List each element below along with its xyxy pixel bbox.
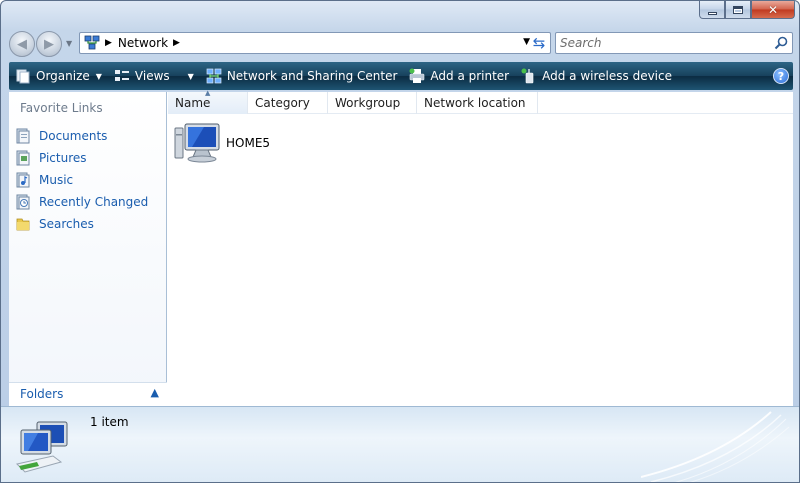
sidebar-item-label: Documents [39, 129, 108, 143]
back-button[interactable]: ◀ [9, 31, 35, 57]
column-label: Network location [424, 96, 526, 110]
sidebar-item-label: Music [39, 173, 74, 187]
item-name: HOME5 [226, 136, 271, 150]
sidebar-item-label: Pictures [39, 151, 87, 165]
recent-pages-button[interactable]: ▼ [66, 39, 72, 48]
sidebar-item-pictures[interactable]: Pictures [15, 147, 148, 169]
network-sharing-center-label: Network and Sharing Center [226, 69, 398, 83]
column-category[interactable]: Category [248, 92, 328, 114]
sidebar-item-label: Recently Changed [39, 195, 149, 209]
pictures-icon [16, 150, 30, 166]
add-printer-button[interactable]: Add a printer [403, 62, 515, 90]
network-computers-icon [16, 421, 68, 473]
maximize-button[interactable] [725, 1, 751, 19]
views-button[interactable]: Views ▼ [108, 62, 200, 90]
favorite-links-list: Documents Pictures Music Recently Change… [15, 125, 148, 235]
command-bar: Organize ▼ Views ▼ Network and Sharing C… [9, 62, 793, 90]
sort-ascending-icon: ▲ [205, 89, 211, 97]
help-button[interactable]: ? [773, 68, 789, 84]
sidebar-item-label: Searches [39, 217, 94, 231]
column-label: Category [255, 96, 310, 110]
content-area: Favorite Links Documents Pictures Music … [9, 89, 793, 406]
item-count: 1 item [90, 415, 129, 429]
list-item[interactable]: HOME5 [174, 122, 270, 164]
column-name[interactable]: ▲ Name [168, 89, 248, 114]
close-icon: ✕ [767, 2, 779, 17]
explorer-window: ✕ ◀ ▶ ▼ ▶ Network ▶ ▼ ⇆ Search Organize … [0, 0, 800, 483]
documents-icon [16, 128, 30, 144]
column-header-row: ▲ Name Category Workgroup Network locati… [168, 89, 793, 114]
sidebar-item-recently-changed[interactable]: Recently Changed [15, 191, 148, 213]
views-dropdown-icon[interactable]: ▼ [188, 72, 194, 81]
navigation-bar: ◀ ▶ ▼ ▶ Network ▶ ▼ ⇆ [9, 29, 793, 57]
help-icon: ? [777, 69, 785, 83]
refresh-icon: ⇆ [532, 34, 546, 52]
folders-label: Folders [20, 387, 64, 401]
add-wireless-device-label: Add a wireless device [542, 69, 672, 83]
network-sharing-icon [206, 68, 222, 84]
organize-button[interactable]: Organize ▼ [9, 62, 108, 90]
search-box[interactable] [555, 32, 793, 54]
minimize-button[interactable] [699, 1, 725, 19]
network-sharing-center-button[interactable]: Network and Sharing Center [200, 62, 404, 90]
address-bar[interactable]: ▶ Network ▶ ▼ [79, 32, 551, 54]
favorite-links-heading: Favorite Links [20, 101, 103, 115]
search-input[interactable] [560, 36, 760, 50]
views-label: Views [134, 69, 170, 83]
computer-icon [174, 123, 220, 163]
organize-dropdown-icon: ▼ [95, 71, 102, 81]
maximize-icon [733, 5, 743, 14]
breadcrumb-separator-icon[interactable]: ▶ [105, 38, 112, 48]
magnifier-icon[interactable] [774, 36, 788, 50]
breadcrumb-network[interactable]: Network [118, 36, 168, 50]
chevron-up-icon: ▲ [150, 386, 159, 399]
organize-icon [16, 69, 30, 84]
add-printer-label: Add a printer [430, 69, 510, 83]
forward-arrow-icon: ▶ [44, 36, 54, 52]
breadcrumb-separator-icon[interactable]: ▶ [173, 38, 180, 48]
column-workgroup[interactable]: Workgroup [328, 92, 417, 114]
caption-buttons: ✕ [699, 1, 795, 21]
column-network-location[interactable]: Network location [417, 92, 538, 114]
close-button[interactable]: ✕ [751, 1, 795, 19]
back-arrow-icon: ◀ [17, 36, 27, 52]
sidebar-item-documents[interactable]: Documents [15, 125, 148, 147]
searches-folder-icon [16, 218, 30, 231]
organize-label: Organize [36, 69, 90, 83]
minimize-icon [707, 11, 717, 15]
music-icon [16, 172, 30, 188]
printer-icon [409, 68, 425, 83]
sidebar-item-music[interactable]: Music [15, 169, 148, 191]
folders-toggle[interactable]: Folders ▲ [9, 382, 167, 406]
navigation-pane: Favorite Links Documents Pictures Music … [9, 92, 167, 406]
decorative-swoosh [641, 411, 790, 482]
refresh-button[interactable]: ⇆ [525, 32, 553, 54]
details-pane: 1 item [1, 406, 799, 482]
sidebar-item-searches[interactable]: Searches [15, 213, 148, 235]
file-list-pane: ▲ Name Category Workgroup Network locati… [168, 89, 793, 406]
network-icon [84, 35, 100, 50]
add-wireless-device-button[interactable]: Add a wireless device [515, 62, 678, 90]
forward-button[interactable]: ▶ [36, 31, 62, 57]
column-label: Workgroup [335, 96, 401, 110]
wireless-device-icon [521, 68, 534, 84]
column-label: Name [175, 96, 211, 110]
views-icon [114, 70, 129, 81]
recently-changed-icon [16, 194, 30, 210]
